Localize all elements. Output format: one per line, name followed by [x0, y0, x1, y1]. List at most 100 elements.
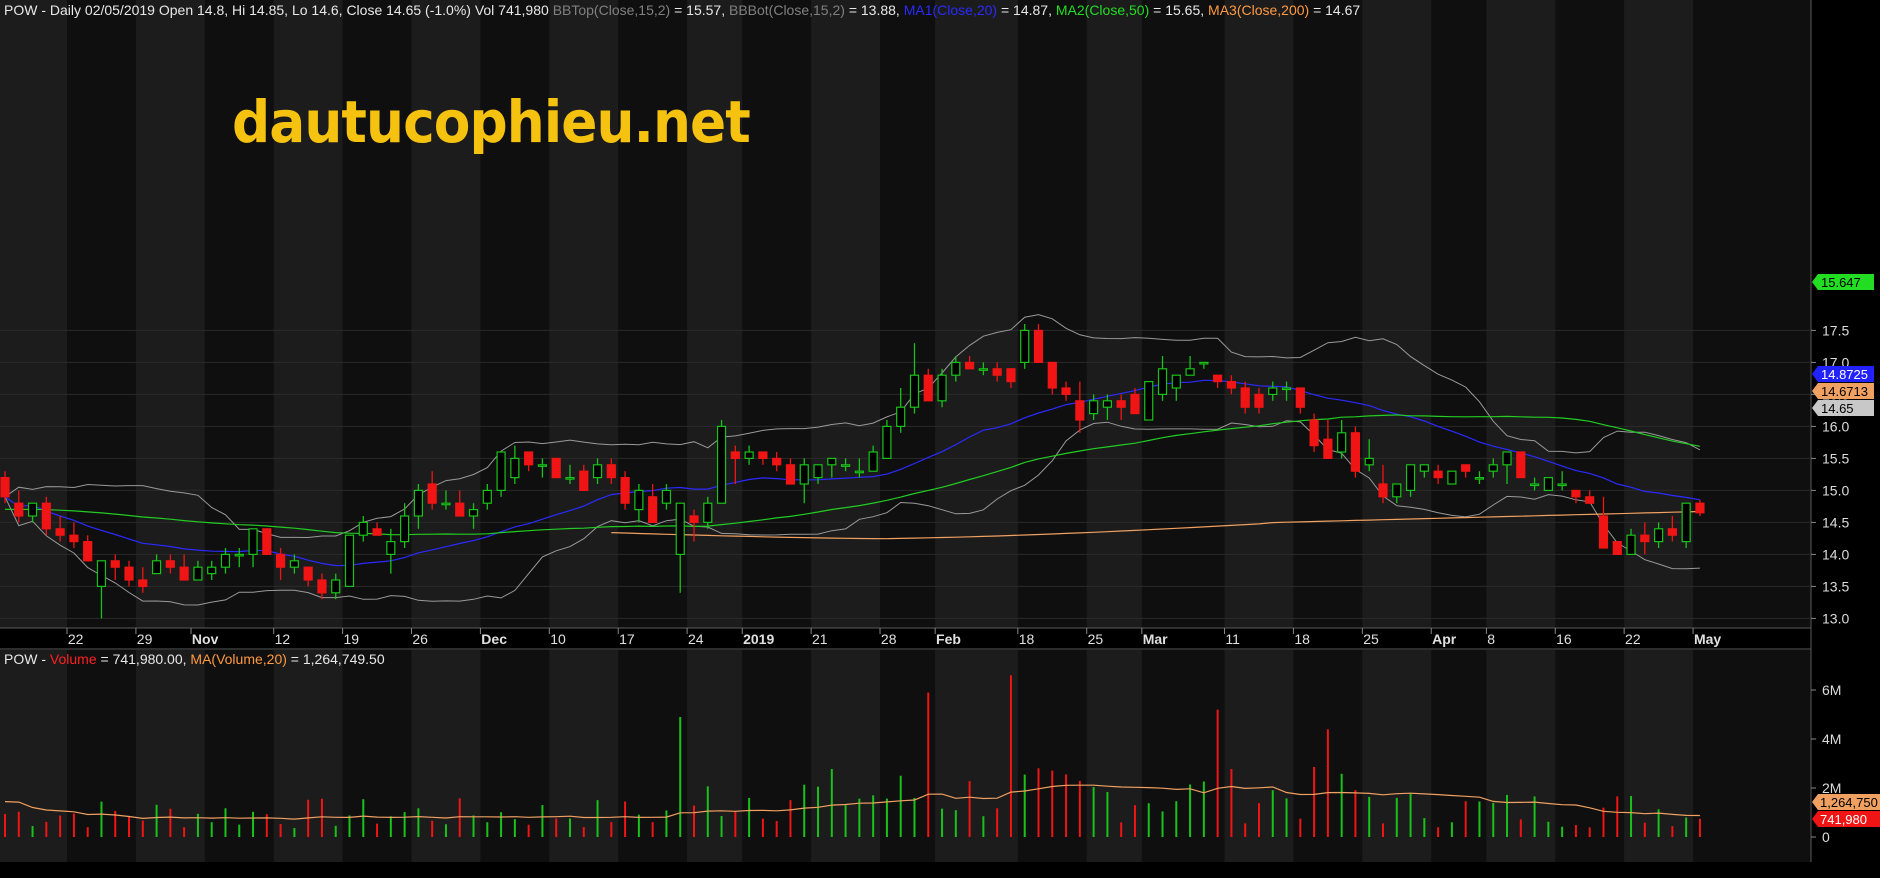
date-tick-label: 12	[275, 631, 291, 647]
candle-up	[1185, 368, 1195, 376]
candle-down	[1461, 464, 1471, 472]
candle-up	[703, 502, 713, 524]
candle-up	[1337, 432, 1347, 453]
value-tag-label: 14.8725	[1821, 367, 1868, 382]
week-band	[0, 0, 68, 862]
candle-down	[83, 540, 93, 562]
candle-up	[248, 528, 258, 555]
bottom-strip	[0, 862, 1880, 878]
candle-up	[207, 566, 217, 575]
candle-up	[234, 553, 244, 557]
candle-up	[951, 361, 961, 376]
candle-down	[303, 566, 313, 581]
volume-panel-header: POW - Volume = 741,980.00, MA(Volume,20)…	[4, 650, 385, 668]
week-band	[935, 0, 1018, 862]
candle-down	[0, 477, 10, 498]
date-tick-label: 24	[688, 631, 704, 647]
candle-down	[179, 566, 189, 581]
candle-down	[1130, 393, 1140, 415]
date-tick-label: 10	[550, 631, 566, 647]
candle-up	[220, 553, 231, 568]
candle-up	[400, 515, 410, 543]
candle-up	[1392, 483, 1402, 498]
candle-down	[730, 451, 740, 460]
candle-up	[634, 489, 644, 511]
candle-down	[317, 579, 327, 594]
candle-up	[1557, 483, 1567, 487]
value-tag-label: 14.6713	[1821, 384, 1868, 399]
candle-up	[827, 457, 837, 466]
candle-up	[1529, 483, 1540, 487]
candle-up	[496, 451, 506, 492]
date-tick-label: Dec	[481, 631, 507, 647]
date-tick-label: 28	[881, 631, 897, 647]
candle-up	[882, 425, 892, 459]
candle-up	[854, 470, 864, 474]
date-tick-label: 18	[1294, 631, 1310, 647]
legend-ma1: MA1(Close,20)	[903, 2, 998, 18]
candle-up	[744, 451, 754, 460]
candle-down	[1254, 393, 1264, 408]
candle-down	[1309, 419, 1319, 447]
watermark-logo: dautucophieu.net	[232, 88, 751, 156]
candle-down	[1033, 329, 1044, 363]
week-band	[135, 0, 205, 862]
candle-down	[1612, 540, 1622, 555]
price-tick-label: 17.5	[1822, 322, 1849, 338]
week-band	[1086, 0, 1142, 862]
candle-down	[1378, 483, 1388, 498]
legend-bbbot: BBBot(Close,15,2)	[728, 2, 845, 18]
candle-up	[1502, 451, 1512, 466]
legend-ma3: MA3(Close,200)	[1208, 2, 1310, 18]
candle-down	[524, 451, 534, 466]
date-tick-label: 22	[1625, 631, 1641, 647]
candle-up	[1447, 470, 1457, 485]
candle-up	[937, 374, 947, 402]
candle-up	[482, 489, 492, 504]
candle-down	[165, 560, 175, 568]
week-band	[1486, 0, 1556, 862]
candle-down	[1667, 528, 1677, 536]
candle-down	[923, 374, 933, 402]
candle-down	[138, 579, 148, 588]
date-tick-label: 21	[812, 631, 828, 647]
header-ohlc-info: - Daily 02/05/2019 Open 14.8, Hi 14.85, …	[37, 2, 553, 18]
candle-up	[27, 502, 38, 517]
date-tick-label: 16	[1556, 631, 1572, 647]
volume-header-ticker: POW	[4, 651, 38, 667]
stock-chart[interactable]: 13.013.514.014.515.015.516.016.517.017.5…	[0, 0, 1880, 878]
candle-down	[1047, 361, 1057, 389]
date-tick-label: Apr	[1432, 631, 1457, 647]
candle-down	[1350, 432, 1361, 472]
candle-up	[96, 560, 107, 587]
price-tick-label: 13.0	[1822, 610, 1849, 626]
candle-up	[909, 374, 920, 408]
price-tick-label: 15.0	[1822, 482, 1849, 498]
date-tick-label: 2019	[743, 631, 774, 647]
date-tick-label: 19	[344, 631, 360, 647]
candle-up	[289, 560, 299, 568]
candle-up	[592, 464, 603, 479]
legend-volume-value: = 741,980.00,	[96, 651, 191, 667]
candle-up	[978, 368, 988, 371]
candle-up	[1364, 457, 1374, 466]
legend-bbbot-value: = 13.88,	[844, 2, 904, 18]
candle-down	[372, 528, 382, 536]
legend-volume: Volume	[49, 651, 97, 667]
candle-up	[868, 451, 878, 472]
candle-up	[1089, 400, 1099, 415]
candle-down	[606, 464, 616, 479]
candle-down	[992, 368, 1002, 376]
candle-down	[1433, 470, 1443, 479]
price-tick-label: 14.0	[1822, 546, 1849, 562]
legend-bbtop-value: = 15.57,	[670, 2, 729, 18]
date-tick-label: Nov	[192, 631, 219, 647]
candle-up	[151, 560, 162, 575]
candle-down	[455, 502, 465, 517]
value-tag-label: 14.65	[1821, 401, 1854, 416]
candle-up	[1171, 374, 1181, 389]
candle-up	[1157, 368, 1168, 395]
candle-down	[41, 502, 51, 530]
candle-up	[1419, 464, 1429, 472]
candle-up	[1543, 477, 1553, 492]
